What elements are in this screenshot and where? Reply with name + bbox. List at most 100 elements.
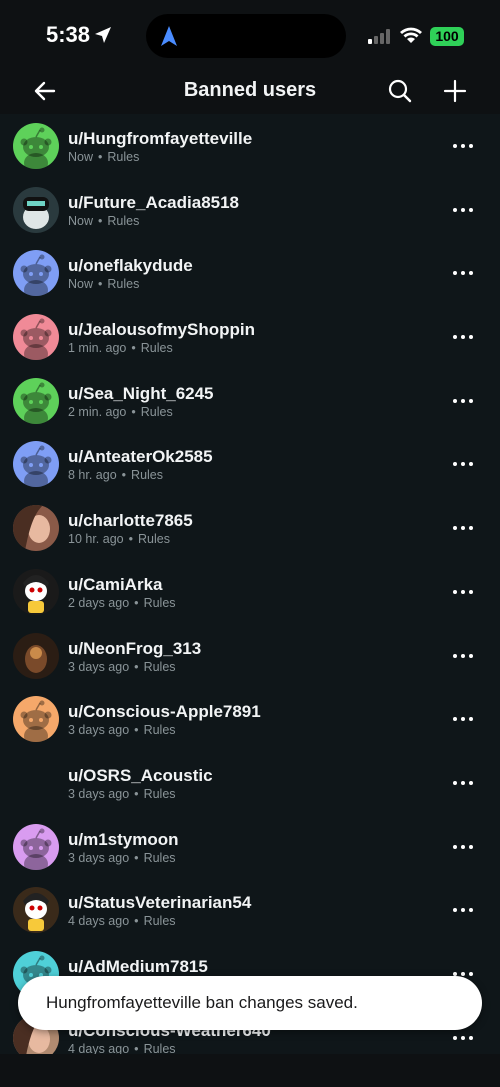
avatar[interactable] bbox=[13, 505, 59, 552]
location-arrow-icon bbox=[95, 27, 111, 43]
ban-rules-link[interactable]: Rules bbox=[107, 214, 139, 228]
avatar[interactable] bbox=[13, 823, 59, 870]
ban-time: 4 days ago bbox=[68, 914, 130, 929]
username[interactable]: u/Sea_Night_6245 bbox=[68, 384, 214, 404]
banned-user-row[interactable]: u/NeonFrog_313 3 days ago • Rules bbox=[0, 624, 500, 688]
username[interactable]: u/NeonFrog_313 bbox=[68, 639, 201, 659]
more-options-icon[interactable] bbox=[451, 900, 475, 920]
ban-time: Now bbox=[68, 213, 94, 228]
username[interactable]: u/Conscious-Apple7891 bbox=[68, 702, 261, 722]
avatar[interactable] bbox=[13, 377, 59, 424]
banned-user-row[interactable]: u/OSRS_Acoustic 3 days ago • Rules bbox=[0, 751, 500, 815]
more-options-icon[interactable] bbox=[451, 327, 475, 347]
username[interactable]: u/OSRS_Acoustic bbox=[68, 766, 213, 786]
avatar[interactable] bbox=[13, 123, 59, 169]
banned-user-row[interactable]: u/Hungfromfayetteville Now • Rules bbox=[0, 114, 500, 178]
more-options-icon[interactable] bbox=[451, 1028, 475, 1048]
navigation-arrow-icon bbox=[161, 26, 177, 46]
bottom-safe-area bbox=[0, 1054, 500, 1087]
banned-user-row[interactable]: u/CamiArka 2 days ago • Rules bbox=[0, 560, 500, 624]
ban-rules-link[interactable]: Rules bbox=[144, 787, 176, 801]
username[interactable]: u/CamiArka bbox=[68, 575, 162, 595]
add-icon[interactable] bbox=[442, 78, 468, 104]
avatar[interactable] bbox=[13, 632, 59, 679]
banned-user-row[interactable]: u/Sea_Night_6245 2 min. ago • Rules bbox=[0, 369, 500, 433]
ban-rules-link[interactable]: Rules bbox=[141, 405, 173, 419]
ban-time: 1 min. ago bbox=[68, 341, 127, 356]
avatar[interactable] bbox=[13, 696, 59, 743]
ban-rules-link[interactable]: Rules bbox=[144, 660, 176, 674]
ban-rules-link[interactable]: Rules bbox=[138, 532, 170, 546]
more-options-icon[interactable] bbox=[451, 391, 475, 411]
ban-meta: 2 min. ago • Rules bbox=[68, 405, 173, 419]
ban-rules-link[interactable]: Rules bbox=[144, 851, 176, 865]
more-options-icon[interactable] bbox=[451, 518, 475, 538]
more-options-icon[interactable] bbox=[451, 582, 475, 602]
ban-meta: Now • Rules bbox=[68, 150, 139, 164]
separator-dot: • bbox=[98, 213, 103, 228]
ban-meta: 4 days ago • Rules bbox=[68, 914, 176, 928]
wifi-icon bbox=[400, 27, 422, 43]
ban-rules-link[interactable]: Rules bbox=[144, 596, 176, 610]
avatar[interactable] bbox=[13, 760, 59, 806]
more-options-icon[interactable] bbox=[451, 263, 475, 283]
ban-rules-link[interactable]: Rules bbox=[107, 150, 139, 164]
banned-user-row[interactable]: u/oneflakydude Now • Rules bbox=[0, 241, 500, 305]
banned-user-row[interactable]: u/m1stymoon 3 days ago • Rules bbox=[0, 815, 500, 879]
ban-rules-link[interactable]: Rules bbox=[144, 723, 176, 737]
ban-rules-link[interactable]: Rules bbox=[144, 914, 176, 928]
search-icon[interactable] bbox=[387, 78, 413, 104]
avatar[interactable] bbox=[13, 186, 59, 233]
username[interactable]: u/AdMedium7815 bbox=[68, 957, 208, 977]
battery-indicator: 100 bbox=[430, 27, 464, 46]
ban-rules-link[interactable]: Rules bbox=[107, 277, 139, 291]
more-options-icon[interactable] bbox=[451, 773, 475, 793]
avatar[interactable] bbox=[13, 441, 59, 488]
avatar[interactable] bbox=[13, 568, 59, 615]
toast-notification: Hungfromfayetteville ban changes saved. bbox=[18, 976, 482, 1030]
ban-rules-link[interactable]: Rules bbox=[144, 1042, 176, 1054]
username[interactable]: u/m1stymoon bbox=[68, 830, 179, 850]
banned-user-row[interactable]: u/StatusVeterinarian54 4 days ago • Rules bbox=[0, 878, 500, 942]
banned-user-row[interactable]: u/Conscious-Apple7891 3 days ago • Rules bbox=[0, 687, 500, 751]
more-options-icon[interactable] bbox=[451, 200, 475, 220]
banned-user-row[interactable]: u/Future_Acadia8518 Now • Rules bbox=[0, 178, 500, 242]
status-time: 5:38 bbox=[46, 22, 91, 47]
more-options-icon[interactable] bbox=[451, 837, 475, 857]
avatar[interactable] bbox=[13, 314, 59, 361]
separator-dot: • bbox=[121, 468, 127, 483]
ban-time: 4 days ago bbox=[68, 1041, 130, 1054]
more-options-icon[interactable] bbox=[451, 646, 475, 666]
separator-dot: • bbox=[134, 723, 139, 738]
status-bar: 5:38 100 bbox=[0, 0, 500, 70]
ban-meta: 10 hr. ago • Rules bbox=[68, 532, 170, 546]
avatar[interactable] bbox=[13, 250, 59, 297]
separator-dot: • bbox=[98, 150, 103, 164]
ban-rules-link[interactable]: Rules bbox=[141, 341, 173, 355]
separator-dot: • bbox=[134, 1041, 139, 1054]
ban-time: 3 days ago bbox=[68, 786, 130, 801]
avatar[interactable] bbox=[13, 887, 59, 934]
banned-user-row[interactable]: u/AnteaterOk2585 8 hr. ago • Rules bbox=[0, 432, 500, 496]
banned-user-row[interactable]: u/JealousofmyShoppin 1 min. ago • Rules bbox=[0, 305, 500, 369]
username[interactable]: u/StatusVeterinarian54 bbox=[68, 893, 251, 913]
ban-meta: Now • Rules bbox=[68, 277, 139, 291]
separator-dot: • bbox=[134, 659, 139, 674]
ban-meta: 3 days ago • Rules bbox=[68, 851, 176, 865]
ban-rules-link[interactable]: Rules bbox=[131, 468, 163, 482]
more-options-icon[interactable] bbox=[451, 454, 475, 474]
banned-user-row[interactable]: u/charlotte7865 10 hr. ago • Rules bbox=[0, 496, 500, 560]
banned-users-list: u/Hungfromfayetteville Now • Rules u/Future_… bbox=[0, 114, 500, 1054]
username[interactable]: u/charlotte7865 bbox=[68, 511, 193, 531]
username[interactable]: u/AnteaterOk2585 bbox=[68, 447, 213, 467]
username[interactable]: u/JealousofmyShoppin bbox=[68, 320, 255, 340]
separator-dot: • bbox=[128, 532, 133, 547]
more-options-icon[interactable] bbox=[451, 136, 475, 156]
more-options-icon[interactable] bbox=[451, 709, 475, 729]
username[interactable]: u/Future_Acadia8518 bbox=[68, 193, 239, 213]
ban-time: 2 min. ago bbox=[68, 404, 127, 419]
username[interactable]: u/oneflakydude bbox=[68, 256, 193, 276]
toast-message: Hungfromfayetteville ban changes saved. bbox=[46, 993, 358, 1012]
ban-meta: 3 days ago • Rules bbox=[68, 787, 176, 801]
username[interactable]: u/Hungfromfayetteville bbox=[68, 129, 252, 149]
